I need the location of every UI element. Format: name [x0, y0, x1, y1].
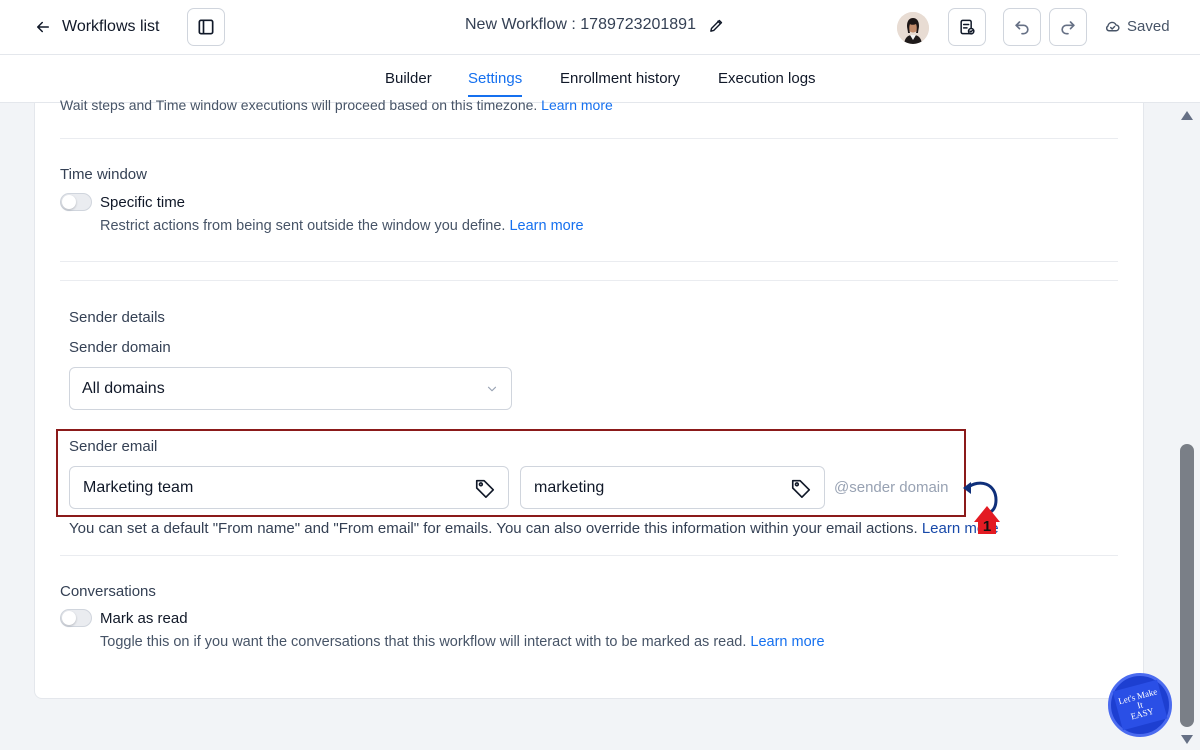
- from-name-value: Marketing team: [83, 478, 194, 496]
- tab-builder[interactable]: Builder: [385, 70, 432, 87]
- step-number: 1: [983, 518, 991, 535]
- redo-icon: [1061, 21, 1075, 35]
- sender-domain-value: All domains: [82, 379, 165, 397]
- undo-icon: [1015, 21, 1029, 35]
- settings-card: Wait steps and Time window executions wi…: [34, 97, 1144, 699]
- tab-bar: Builder Settings Enrollment history Exec…: [0, 55, 1200, 103]
- from-email-value: marketing: [534, 478, 605, 496]
- sidebar-toggle-icon: [198, 19, 214, 35]
- sender-domain-select[interactable]: All domains: [69, 367, 512, 410]
- tab-enrollment-history[interactable]: Enrollment history: [560, 70, 680, 87]
- sender-domain-label: Sender domain: [69, 339, 171, 356]
- time-window-label: Time window: [60, 166, 147, 183]
- toggle-sidebar-button[interactable]: [187, 8, 225, 46]
- scrollbar-thumb[interactable]: [1180, 444, 1194, 727]
- sender-email-label: Sender email: [69, 438, 158, 455]
- cloud-check-icon: [1105, 21, 1120, 32]
- workflow-title-text: New Workflow : 1789723201891: [465, 16, 696, 33]
- back-label: Workflows list: [62, 18, 160, 35]
- pencil-icon[interactable]: [708, 17, 725, 34]
- divider: [60, 280, 1118, 281]
- sender-help-text: You can set a default "From name" and "F…: [69, 520, 999, 537]
- tab-execution-logs[interactable]: Execution logs: [718, 70, 816, 87]
- arrow-left-icon: [37, 21, 49, 33]
- top-bar: Workflows list New Workflow : 1789723201…: [0, 0, 1200, 55]
- tag-icon[interactable]: [790, 477, 812, 499]
- tag-icon[interactable]: [474, 477, 496, 499]
- scroll-up-arrow[interactable]: [1181, 111, 1193, 120]
- conversations-learn-more-link[interactable]: Learn more: [750, 634, 824, 650]
- time-window-learn-more-link[interactable]: Learn more: [509, 218, 583, 234]
- tab-settings[interactable]: Settings: [468, 70, 523, 97]
- conversations-label: Conversations: [60, 583, 156, 600]
- divider: [60, 261, 1118, 262]
- mark-as-read-toggle[interactable]: [60, 609, 92, 627]
- chevron-down-icon: [487, 386, 497, 392]
- step-marker: 1: [963, 481, 1000, 535]
- from-name-input[interactable]: Marketing team: [69, 466, 509, 509]
- timezone-learn-more-link[interactable]: Learn more: [541, 97, 613, 113]
- divider: [60, 138, 1118, 139]
- save-status: Saved: [1104, 18, 1170, 35]
- sender-details-label: Sender details: [69, 309, 165, 326]
- clipboard-check-icon: [960, 19, 975, 35]
- watermark-logo: Let's Make It EASY: [1112, 679, 1168, 731]
- scroll-down-arrow[interactable]: [1181, 735, 1193, 744]
- test-workflow-button[interactable]: [948, 8, 986, 46]
- user-avatar[interactable]: [897, 12, 929, 44]
- conversations-help-text: Toggle this on if you want the conversat…: [100, 634, 825, 650]
- saved-label: Saved: [1127, 18, 1170, 35]
- undo-button[interactable]: [1003, 8, 1041, 46]
- time-window-help-text: Restrict actions from being sent outside…: [100, 218, 584, 234]
- specific-time-label: Specific time: [100, 194, 186, 211]
- mark-as-read-label: Mark as read: [100, 610, 188, 627]
- workflow-title[interactable]: New Workflow : 1789723201891: [465, 16, 725, 34]
- timezone-help-text: Wait steps and Time window executions wi…: [60, 97, 613, 113]
- watermark-badge: Let's Make It EASY: [1108, 673, 1172, 737]
- from-email-input[interactable]: marketing: [520, 466, 825, 509]
- redo-button[interactable]: [1049, 8, 1087, 46]
- back-to-workflows-link[interactable]: Workflows list: [34, 14, 160, 40]
- specific-time-toggle[interactable]: [60, 193, 92, 211]
- sender-domain-suffix: @sender domain: [834, 479, 949, 496]
- curved-arrow-icon: [965, 481, 998, 514]
- divider: [60, 555, 1118, 556]
